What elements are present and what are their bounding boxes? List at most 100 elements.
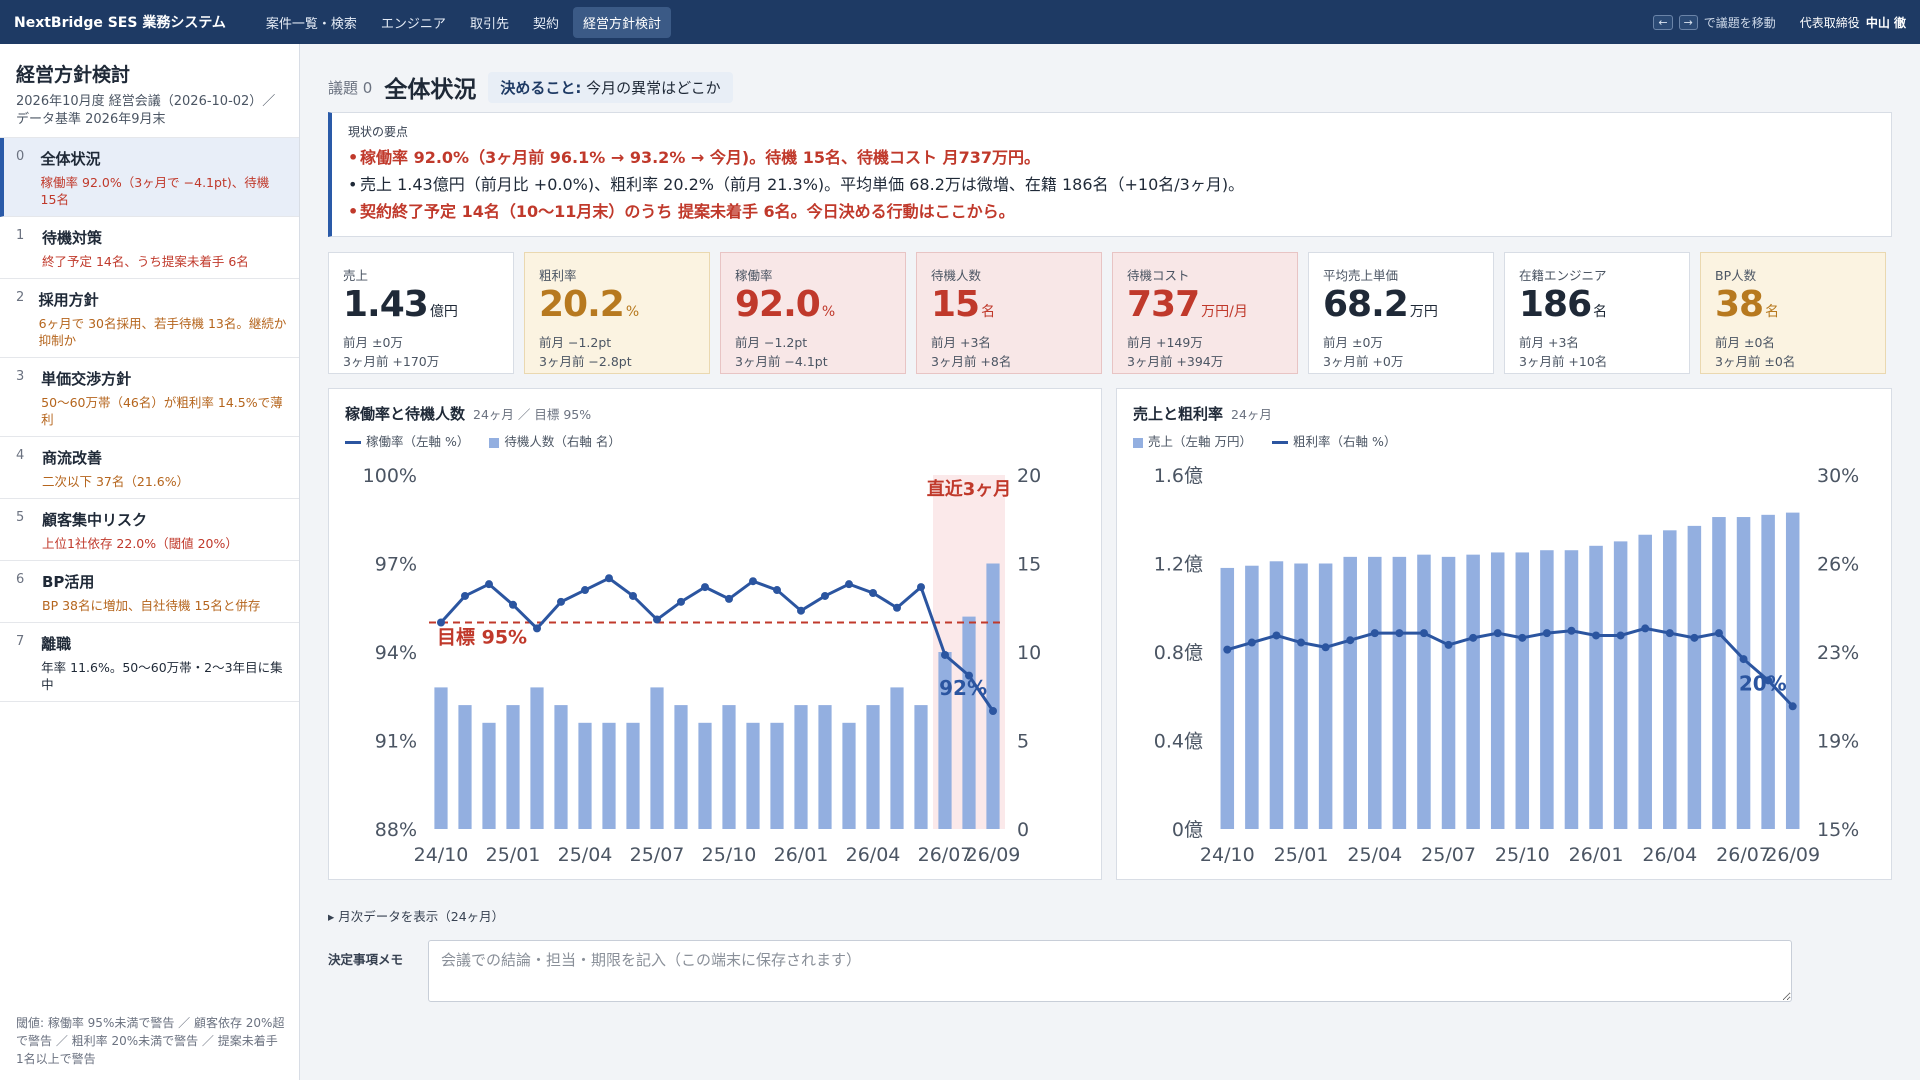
- line-point: [893, 603, 901, 612]
- y-left-tick: 0.8億: [1154, 642, 1203, 664]
- line-point: [1223, 645, 1232, 654]
- line-point: [797, 606, 805, 615]
- chart-legend: 売上（左軸 万円） 粗利率（右軸 %）: [1133, 431, 1396, 450]
- kpi-label: 待機人数: [931, 268, 982, 283]
- kpi-label: 売上: [343, 268, 369, 283]
- kpi-value: 20.2: [539, 284, 625, 325]
- line-point: [1616, 631, 1625, 640]
- kpi-value-row: 20.2%: [539, 284, 695, 333]
- agenda-sidebar: 経営方針検討 2026年10月度 経営会議（2026-10-02）／ データ基準…: [0, 44, 300, 1080]
- line-point: [1690, 633, 1699, 642]
- kpi-delta-3month: 3ヶ月前 ±0名: [1715, 354, 1796, 369]
- sidebar-header: 経営方針検討 2026年10月度 経営会議（2026-10-02）／ データ基準…: [0, 44, 299, 137]
- line-point: [437, 618, 445, 627]
- x-tick: 26/01: [1569, 844, 1624, 866]
- summary-box: 現状の要点 • 稼働率 92.0%（3ヶ月前 96.1% → 93.2% → 今月…: [328, 112, 1892, 237]
- main-content: 議題 0 全体状況 決めること: 今月の異常はどこか 現状の要点 • 稼働率 92…: [300, 44, 1920, 1080]
- sidebar-item-agenda-4[interactable]: 4 商流改善 二次以下 37名（21.6%）: [0, 437, 299, 499]
- agenda-list: 0 全体状況 稼働率 92.0%（3ヶ月で −4.1pt)、待機 15名 1 待機対策終…: [0, 137, 299, 702]
- kpi-card: 稼働率 92.0% 前月 −1.2pt 3ヶ月前 −4.1pt: [720, 252, 906, 374]
- bar-mark: [650, 687, 664, 829]
- y-right-tick: 23%: [1817, 642, 1859, 664]
- sidebar-item-agenda-5[interactable]: 5 顧客集中リスク 上位1社依存 22.0%（閾値 20%）: [0, 499, 299, 561]
- legend-label: 粗利率（右軸 %）: [1292, 434, 1397, 449]
- sidebar-item-agenda-2[interactable]: 2 採用方針 6ヶ月で 30名採用、若手待機 13名。継続か抑制か: [0, 279, 299, 358]
- agenda-item-label: 単価交渉方針: [41, 370, 132, 388]
- line-point: [869, 589, 877, 597]
- kpi-label: 在籍エンジニア: [1519, 268, 1607, 283]
- line-point: [509, 600, 517, 609]
- sidebar-item-agenda-3[interactable]: 3 単価交渉方針 50〜60万帯（46名）が粗利率 14.5%で薄利: [0, 358, 299, 437]
- bar-mark: [1687, 525, 1702, 829]
- bar-mark: [1318, 563, 1333, 829]
- threshold-note: 閾値: 稼働率 95%未満で警告 ／ 顧客依存 20%超で警告 ／ 粗利率 20…: [16, 1016, 285, 1066]
- agenda-item-number: 7: [16, 634, 25, 649]
- kpi-label: 稼働率: [735, 268, 773, 283]
- sidebar-item-agenda-1[interactable]: 1 待機対策 終了予定 14名、うち提案未着手 6名: [0, 217, 299, 279]
- legend-line: 粗利率（右軸 %）: [1271, 431, 1397, 450]
- x-tick: 26/09: [966, 844, 1021, 866]
- line-point: [1469, 633, 1478, 642]
- line-point: [845, 580, 853, 589]
- line-point: [677, 597, 685, 606]
- nav-contracts[interactable]: 契約: [523, 7, 569, 38]
- kpi-value-row: 1.43 億円: [343, 284, 499, 333]
- bar-mark: [506, 705, 520, 829]
- agenda-number: 議題 0: [328, 78, 373, 97]
- decision-label: 決めること:: [500, 78, 582, 97]
- agenda-item-number: 1: [16, 228, 25, 243]
- sidebar-item-agenda-0[interactable]: 0 全体状況 稼働率 92.0%（3ヶ月で −4.1pt)、待機 15名: [0, 138, 299, 217]
- y-left-tick: 0億: [1172, 819, 1203, 841]
- agenda-item-body: 商流改善 二次以下 37名（21.6%）: [42, 447, 189, 490]
- summary-line-3: • 契約終了予定 14名（10〜11月末）のうち 提案未着手 6名。今日決める行動…: [348, 198, 1875, 225]
- legend-bar: 売上（左軸 万円）: [1133, 431, 1252, 450]
- agenda-item-desc: 終了予定 14名、うち提案未着手 6名: [42, 254, 249, 269]
- summary-text-2: 売上 1.43億円（前月比 +0.0%)、粗利率 20.2%（前月 21.3%)…: [360, 175, 1245, 194]
- line-point: [653, 615, 661, 624]
- decision-memo-input[interactable]: [428, 940, 1792, 1002]
- x-tick: 25/07: [1421, 844, 1476, 866]
- y-right-tick: 15: [1017, 554, 1041, 576]
- kpi-delta-month: 前月 −1.2pt: [539, 335, 612, 350]
- x-tick: 25/10: [1495, 844, 1550, 866]
- x-tick: 24/10: [1200, 844, 1255, 866]
- x-tick: 26/01: [774, 844, 829, 866]
- kpi-value-row: 92.0%: [735, 284, 891, 333]
- sidebar-item-agenda-7[interactable]: 7 離職 年率 11.6%。50〜60万帯・2〜3年目に集中: [0, 623, 299, 702]
- line-point: [1567, 626, 1576, 635]
- bar-mark: [1294, 563, 1308, 829]
- bar-mark: [962, 616, 976, 829]
- nav-engineers[interactable]: エンジニア: [371, 7, 456, 38]
- bar-mark: [818, 705, 832, 829]
- user-name[interactable]: 中山 徹: [1866, 14, 1906, 31]
- x-tick: 25/10: [702, 844, 757, 866]
- monthly-data-toggle[interactable]: ▸ 月次データを表示（24ヶ月）: [328, 906, 504, 925]
- revenue-chart: 1.6億 1.2億 0.8億 0.4億 0億 30% 26% 23% 19% 15% 20% 24/1…: [1154, 465, 1859, 866]
- kpi-value: 15: [931, 284, 980, 325]
- x-tick: 24/10: [414, 844, 469, 866]
- agenda-item-label: 離職: [41, 635, 72, 653]
- y-right-tick: 5: [1017, 731, 1029, 753]
- summary-text-1: 稼働率 92.0%（3ヶ月前 96.1% → 93.2% → 今月)。待機 15…: [360, 148, 1041, 167]
- y-right-tick: 20: [1017, 465, 1041, 487]
- chart-title: 売上と粗利率 24ヶ月: [1133, 403, 1272, 424]
- end-value-label: 92%: [939, 676, 987, 700]
- nav-management-policy[interactable]: 経営方針検討: [572, 6, 671, 38]
- x-tick: 26/04: [1642, 844, 1697, 866]
- app-brand[interactable]: NextBridge SES 業務システム: [14, 12, 226, 32]
- nav-projects[interactable]: 案件一覧・検索: [256, 7, 367, 38]
- chart-subtitle: 24ヶ月 ／ 目標 95%: [473, 407, 592, 422]
- bar-mark: [1441, 556, 1456, 829]
- sidebar-item-agenda-6[interactable]: 6 BP活用 BP 38名に増加、自社待機 15名と併存: [0, 561, 299, 623]
- nav-clients[interactable]: 取引先: [460, 7, 519, 38]
- y-left-tick: 88%: [375, 819, 417, 841]
- line-point: [1247, 638, 1256, 647]
- legend-label: 待機人数（右軸 名）: [504, 434, 621, 449]
- bullet-icon: •: [348, 202, 359, 221]
- y-right-tick: 0: [1017, 819, 1029, 841]
- kpi-card: 粗利率 20.2% 前月 −1.2pt 3ヶ月前 −2.8pt: [524, 252, 710, 374]
- x-tick: 25/04: [558, 844, 613, 866]
- kpi-delta-month: 前月 ±0名: [1715, 335, 1775, 350]
- top-navigation-bar: NextBridge SES 業務システム 案件一覧・検索 エンジニア 取引先 …: [0, 0, 1920, 44]
- agenda-item-desc: 二次以下 37名（21.6%）: [42, 474, 190, 489]
